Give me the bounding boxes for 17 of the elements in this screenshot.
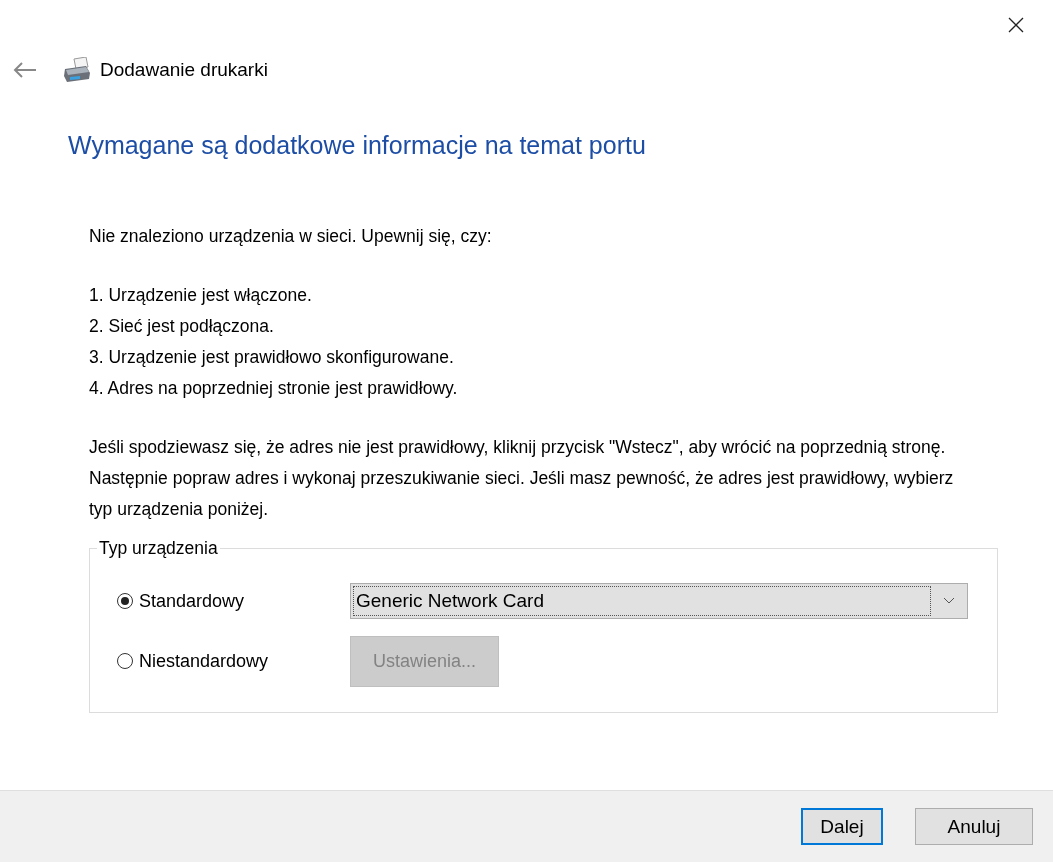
dialog-button[interactable]: Anuluj	[915, 808, 1033, 845]
printer-icon	[62, 57, 92, 83]
intro-text: Nie znaleziono urządzenia w sieci. Upewnij się, czy:	[89, 225, 493, 248]
checklist-item: 2. Sieć jest podłączona.	[89, 315, 275, 338]
dialog-button[interactable]: Dalej	[801, 808, 883, 845]
group-legend: Typ urządzenia	[97, 538, 220, 559]
window-title: Dodawanie drukarki	[100, 59, 268, 81]
caret-icon	[943, 597, 955, 605]
device-dropdown[interactable]: Generic Network Card	[350, 583, 968, 619]
page-heading: Wymagane są dodatkowe informacje na temat portu	[68, 130, 647, 161]
close-icon	[1008, 17, 1024, 33]
checklist-item: 4. Adres na poprzedniej stronie jest prawidłowy.	[89, 377, 459, 400]
back-arrow-icon	[12, 62, 38, 78]
radio-option[interactable]: Standardowy	[117, 590, 350, 612]
checklist-item: 1. Urządzenie jest włączone.	[89, 284, 313, 307]
checklist-item: 3. Urządzenie jest prawidłowo skonfigurowane.	[89, 346, 455, 369]
explanation-text: Jeśli spodziewasz się, że adres nie jest prawidłowy, kliknij przycisk "Wstecz", aby wrócić na poprzednią stronę. Następnie popraw adres i wykonaj przeszukiwanie sieci. Jeśli masz pewność, że adres jest prawidłowy, wybierz typ urządzenia poniżej.	[89, 436, 955, 521]
